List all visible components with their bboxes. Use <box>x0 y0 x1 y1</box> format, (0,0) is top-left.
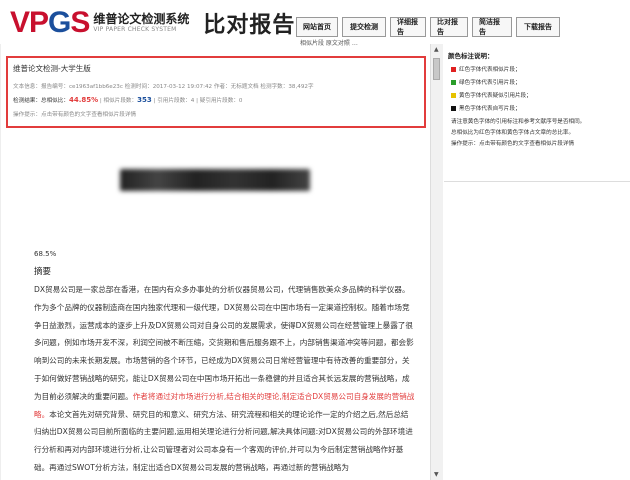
similar-fragment-count: 353 <box>137 96 152 104</box>
nav-compare-report-button[interactable]: 比对报告 <box>430 17 468 37</box>
vpcs-logo[interactable]: VPGS 维普论文检测系统 VIP PAPER CHECK SYSTEM 比对报… <box>10 6 296 39</box>
scrollbar-thumb[interactable] <box>433 58 440 80</box>
legend-note-tip: 操作提示：点击带有颜色的文字查看相似片段详情 <box>451 141 575 147</box>
abstract-heading: 摘要 <box>34 267 52 277</box>
result-line: 检测结果：总相似比：44.85% | 相似片段数：353 | 引用片段数：4 |… <box>13 96 243 104</box>
page-title: 比对报告 <box>203 13 296 38</box>
self-written-text: 本论文首先对研究背景、研究目的和意义、研究方法、研究流程和相关的理论论作一定的介… <box>34 409 413 472</box>
legend-note-citation: 请注意黄色字体的引用标注和参考文献序号是否相同。 <box>451 119 586 125</box>
black-square-icon <box>451 105 456 111</box>
header: VPGS 维普论文检测系统 VIP PAPER CHECK SYSTEM 比对报… <box>0 0 630 47</box>
legend-note-total: 总相似比为红色字体和黄色字体占文章的总比率。 <box>451 130 575 136</box>
top-nav: 网站首页 提交检测 详细报告 比对报告 简洁报告 下载报告 <box>296 17 560 37</box>
divider <box>444 181 630 182</box>
nav-submit-button[interactable]: 提交检测 <box>342 17 386 37</box>
legend-item-red: 红色字体代表相似片段； <box>448 65 624 73</box>
scroll-up-icon[interactable]: ▲ <box>434 46 439 53</box>
red-square-icon <box>451 66 456 72</box>
yellow-square-icon <box>451 92 456 98</box>
logo-text: 维普论文检测系统 VIP PAPER CHECK SYSTEM <box>93 13 189 33</box>
abstract-paragraph: DX贸易公司是一家总部在香港，在国内有众多办事处的分析仪器贸易公司，代理销售欧美… <box>34 281 416 477</box>
document-title-redacted <box>120 169 310 191</box>
color-legend-panel: 颜色标注说明： 红色字体代表相似片段； 绿色字体代表引用片段； 黄色字体代表疑似… <box>448 50 624 180</box>
legend-item-green: 绿色字体代表引用片段； <box>448 78 624 86</box>
logo-name-en: VIP PAPER CHECK SYSTEM <box>93 26 177 33</box>
total-similarity: 44.85% <box>68 96 99 104</box>
vertical-scrollbar[interactable]: ▲ ▼ <box>430 44 443 480</box>
self-written-text: DX贸易公司是一家总部在香港，在国内有众多办事处的分析仪器贸易公司，代理销售欧美… <box>34 285 414 401</box>
report-summary-box: 维普论文检测-大学生版 文本信息：报告编号：ce1963af1bb6e23c 检… <box>6 56 426 128</box>
text-info-line: 文本信息：报告编号：ce1963af1bb6e23c 检测时间：2017-03-… <box>13 84 314 90</box>
legend-heading: 颜色标注说明： <box>448 52 494 60</box>
nav-download-report-button[interactable]: 下载报告 <box>516 17 560 37</box>
document-score: 68.5% <box>34 250 57 258</box>
report-version-title: 维普论文检测-大学生版 <box>13 64 91 73</box>
nav-brief-report-button[interactable]: 简洁报告 <box>472 17 512 37</box>
logo-name-cn: 维普论文检测系统 <box>93 12 190 26</box>
operation-tip: 操作提示：点击带有颜色的文字查看相似片段详情 <box>13 112 137 118</box>
report-content: 维普论文检测-大学生版 文本信息：报告编号：ce1963af1bb6e23c 检… <box>0 44 430 480</box>
legend-item-yellow: 黄色字体代表疑似引用片段； <box>448 91 624 99</box>
legend-item-black: 黑色字体代表自写片段； <box>448 104 624 112</box>
scroll-down-icon[interactable]: ▼ <box>434 471 439 478</box>
nav-home-button[interactable]: 网站首页 <box>296 17 338 37</box>
nav-detail-report-button[interactable]: 详细报告 <box>390 17 426 37</box>
green-square-icon <box>451 79 456 85</box>
logo-mark: VPGS <box>10 6 90 39</box>
